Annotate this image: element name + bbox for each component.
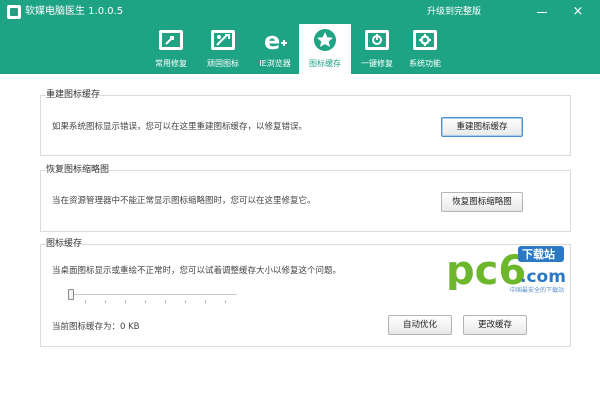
tool-label: IE浏览器: [259, 59, 291, 68]
cache-size-slider[interactable]: [70, 294, 237, 295]
slider-tick: [85, 300, 86, 303]
slider-tick: [125, 300, 126, 303]
stubborn-icon-tool-icon: [211, 30, 235, 50]
svg-text:e: e: [264, 28, 280, 52]
close-icon: ×: [572, 4, 584, 19]
restore-thumbnail-description: 当在资源管理器中不能正常显示图标缩略图时，您可以在这里修复它。: [52, 196, 316, 206]
system-function-icon: [413, 30, 437, 50]
window-title: 软媒电脑医生 1.0.0.5: [25, 6, 124, 17]
tool-common-repair[interactable]: 常用修复: [145, 24, 197, 74]
cache-size-readout: 当前图标缓存为：0 KB: [52, 322, 140, 332]
upgrade-link[interactable]: 升级到完整版: [427, 5, 481, 19]
tool-system-function[interactable]: 系统功能: [399, 24, 451, 74]
icon-cache-description: 当桌面图标显示或重绘不正常时，您可以试着调整缓存大小以修复这个问题。: [52, 266, 342, 276]
title-bar: 软媒电脑医生 1.0.0.5 升级到完整版 ×: [0, 0, 600, 24]
slider-tick: [105, 300, 106, 303]
minimize-icon: [537, 12, 547, 13]
slider-tick: [225, 300, 226, 303]
repair-icon: [159, 30, 183, 50]
auto-optimize-button[interactable]: 自动优化: [388, 315, 452, 335]
cache-size-slider-handle[interactable]: [68, 289, 74, 300]
app-logo-icon: [7, 5, 21, 19]
icon-cache-title: 图标缓存: [46, 238, 83, 250]
restore-thumbnail-button[interactable]: 恢复图标缩略图: [441, 192, 523, 212]
tool-stubborn-icon[interactable]: 顽固图标: [197, 24, 249, 74]
minimize-button[interactable]: [532, 2, 552, 22]
one-click-repair-icon: [365, 30, 389, 50]
tool-one-click-repair[interactable]: 一键修复: [351, 24, 403, 74]
close-button[interactable]: ×: [568, 2, 588, 22]
tool-ie-browser[interactable]: e IE浏览器: [249, 24, 301, 74]
main-toolbar: 常用修复 顽固图标 e IE浏览器 图标缓存 一键修复 系统功能: [0, 24, 600, 74]
watermark-com-text: .com: [520, 267, 566, 287]
watermark-download-text: 下载站: [522, 247, 555, 261]
watermark-pc6-text: pc6: [446, 248, 526, 290]
tool-label: 一键修复: [361, 59, 393, 68]
tool-label: 常用修复: [155, 59, 187, 68]
tool-icon-cache[interactable]: 图标缓存: [299, 24, 351, 74]
tool-label: 顽固图标: [207, 59, 239, 68]
tool-label: 系统功能: [409, 59, 441, 68]
rebuild-cache-description: 如果系统图标显示错误，您可以在这里重建图标缓存，以修复错误。: [52, 122, 308, 132]
slider-tick: [165, 300, 166, 303]
slider-tick: [205, 300, 206, 303]
change-cache-button[interactable]: 更改缓存: [463, 315, 527, 335]
tool-label: 图标缓存: [309, 59, 341, 68]
rebuild-cache-button[interactable]: 重建图标缓存: [441, 117, 523, 137]
slider-tick: [185, 300, 186, 303]
rebuild-cache-title: 重建图标缓存: [46, 89, 101, 101]
restore-thumbnail-title: 恢复图标缩略图: [46, 164, 110, 176]
ie-browser-icon: e: [264, 28, 287, 52]
pc6-watermark-logo: pc6 下载站 .com: [446, 246, 566, 290]
star-icon: [314, 29, 336, 51]
watermark-tagline: 中国最安全的下载站: [510, 287, 565, 294]
slider-tick: [145, 300, 146, 303]
